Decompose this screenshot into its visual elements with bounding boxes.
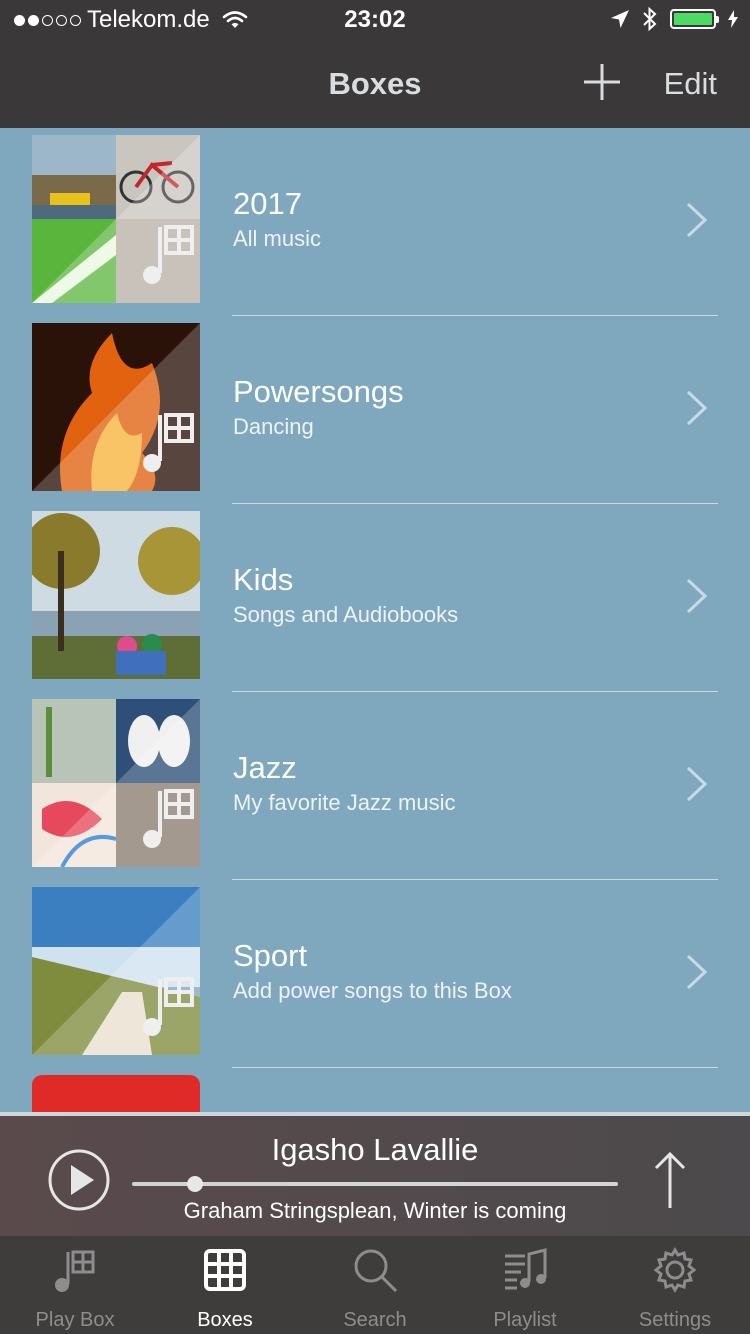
box-title: 2017: [233, 186, 302, 221]
box-row[interactable]: Powersongs Dancing: [0, 316, 750, 504]
box-artwork: [32, 511, 200, 679]
box-row[interactable]: Kids Songs and Audiobooks: [0, 504, 750, 692]
play-box-icon: [55, 1250, 95, 1292]
track-subtitle: Graham Stringsplean, Winter is coming: [183, 1198, 567, 1223]
box-subtitle: All music: [233, 226, 322, 251]
tab-label: Play Box: [35, 1309, 115, 1331]
tab-label: Search: [343, 1309, 407, 1331]
box-artwork: [32, 135, 200, 303]
tab-play-box[interactable]: Play Box: [0, 1236, 150, 1334]
expand-player-button[interactable]: [650, 1150, 690, 1212]
play-icon: [71, 1165, 94, 1195]
arrow-up-icon: [654, 1151, 686, 1208]
progress-knob[interactable]: [187, 1176, 204, 1192]
gear-icon: [653, 1247, 697, 1293]
tab-search[interactable]: Search: [300, 1236, 450, 1334]
box-subtitle: Add power songs to this Box: [233, 978, 512, 1003]
charging-icon: [728, 10, 738, 28]
box-row[interactable]: 2017 All music: [0, 128, 750, 316]
tab-settings[interactable]: Settings: [600, 1236, 750, 1334]
box-artwork: [32, 323, 200, 491]
box-list: 2017 All music Powersongs Dancing Kids S…: [0, 128, 750, 1112]
box-row[interactable]: [0, 1068, 750, 1112]
chevron-right-icon: [686, 390, 708, 426]
chevron-right-icon: [686, 202, 708, 238]
box-title: Kids: [233, 562, 294, 597]
status-bar: Telekom.de 23:02: [0, 0, 750, 40]
tab-bar: Play Box Boxes Search Playlist Settings: [0, 1236, 750, 1334]
progress-slider[interactable]: [132, 1176, 618, 1192]
status-right: [610, 7, 738, 31]
box-row[interactable]: Jazz My favorite Jazz music: [0, 692, 750, 880]
chevron-right-icon: [686, 954, 708, 990]
bluetooth-icon: [643, 7, 657, 31]
tab-playlist[interactable]: Playlist: [450, 1236, 600, 1334]
battery-icon: [670, 9, 719, 29]
boxes-icon: [204, 1249, 246, 1291]
plus-icon: [584, 64, 620, 100]
track-title: Igasho Lavallie: [271, 1132, 479, 1167]
search-icon: [354, 1249, 398, 1293]
box-title: Powersongs: [233, 374, 404, 409]
tab-label: Playlist: [493, 1309, 557, 1331]
top-bar: Telekom.de 23:02 Boxes Edit: [0, 0, 750, 128]
box-subtitle: My favorite Jazz music: [233, 790, 456, 815]
mini-player[interactable]: Igasho Lavallie Graham Stringsplean, Win…: [0, 1112, 750, 1236]
edit-button[interactable]: Edit: [664, 66, 717, 102]
box-title: Jazz: [233, 750, 297, 785]
box-subtitle: Dancing: [233, 414, 314, 439]
playlist-icon: [505, 1248, 547, 1290]
box-title: Sport: [233, 938, 308, 973]
tab-boxes[interactable]: Boxes: [150, 1236, 300, 1334]
add-box-button[interactable]: [580, 60, 624, 104]
box-artwork: [32, 887, 200, 1055]
page-title: Boxes: [328, 66, 422, 101]
tab-label: Boxes: [197, 1309, 253, 1331]
box-subtitle: Songs and Audiobooks: [233, 602, 459, 627]
box-artwork: [32, 699, 200, 867]
box-artwork: [32, 1075, 200, 1112]
chevron-right-icon: [686, 766, 708, 802]
location-arrow-icon: [611, 10, 629, 28]
tab-label: Settings: [638, 1309, 712, 1331]
chevron-right-icon: [686, 578, 708, 614]
box-row[interactable]: Sport Add power songs to this Box: [0, 880, 750, 1068]
